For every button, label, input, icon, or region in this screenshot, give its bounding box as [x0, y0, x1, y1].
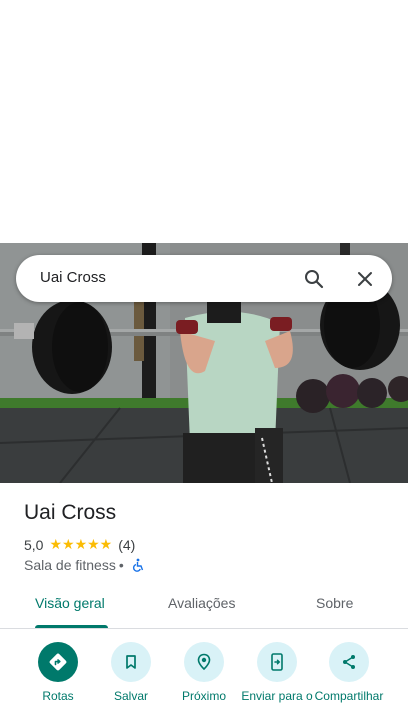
send-to-phone-circle: [257, 642, 297, 682]
search-query[interactable]: Uai Cross: [40, 269, 106, 286]
place-category: Sala de fitness: [24, 557, 116, 573]
save-button[interactable]: Salvar: [91, 642, 171, 703]
place-tabs: Visão geral Avaliações Sobre: [0, 583, 408, 629]
share-label: Compartilhar: [314, 689, 384, 703]
send-to-phone-label: Enviar para o: [241, 689, 313, 703]
share-button[interactable]: Compartilhar: [309, 642, 389, 703]
map-area-blank: [0, 0, 408, 243]
nearby-circle: [184, 642, 224, 682]
save-circle: [111, 642, 151, 682]
directions-button[interactable]: Rotas: [18, 642, 98, 703]
search-bar[interactable]: Uai Cross: [16, 255, 392, 302]
close-icon[interactable]: [353, 267, 377, 291]
category-row: Sala de fitness •: [24, 557, 145, 573]
directions-label: Rotas: [42, 689, 74, 703]
nearby-pin-icon: [197, 653, 211, 671]
place-title: Uai Cross: [24, 501, 117, 524]
tab-visao-geral[interactable]: Visão geral: [35, 595, 105, 611]
active-tab-indicator: [35, 625, 108, 628]
send-to-phone-icon: [271, 653, 283, 671]
directions-circle: [38, 642, 78, 682]
send-to-phone-button[interactable]: Enviar para o: [237, 642, 317, 703]
share-circle: [329, 642, 369, 682]
wheelchair-accessible-icon: [132, 558, 143, 572]
nearby-label: Próximo: [181, 689, 226, 703]
rating-stars: ★★★★★: [49, 536, 113, 552]
bookmark-icon: [126, 655, 136, 669]
rating-row[interactable]: 5,0 ★★★★★ (4): [24, 536, 135, 553]
tab-sobre[interactable]: Sobre: [316, 595, 353, 611]
separator-dot: •: [118, 557, 124, 573]
directions-icon: [49, 653, 67, 671]
review-count: (4): [118, 536, 136, 553]
rating-value: 5,0: [24, 536, 44, 553]
save-label: Salvar: [113, 689, 148, 703]
search-icon[interactable]: [302, 267, 326, 291]
tab-avaliacoes[interactable]: Avaliações: [168, 595, 235, 611]
share-icon: [343, 655, 355, 669]
nearby-button[interactable]: Próximo: [164, 642, 244, 703]
